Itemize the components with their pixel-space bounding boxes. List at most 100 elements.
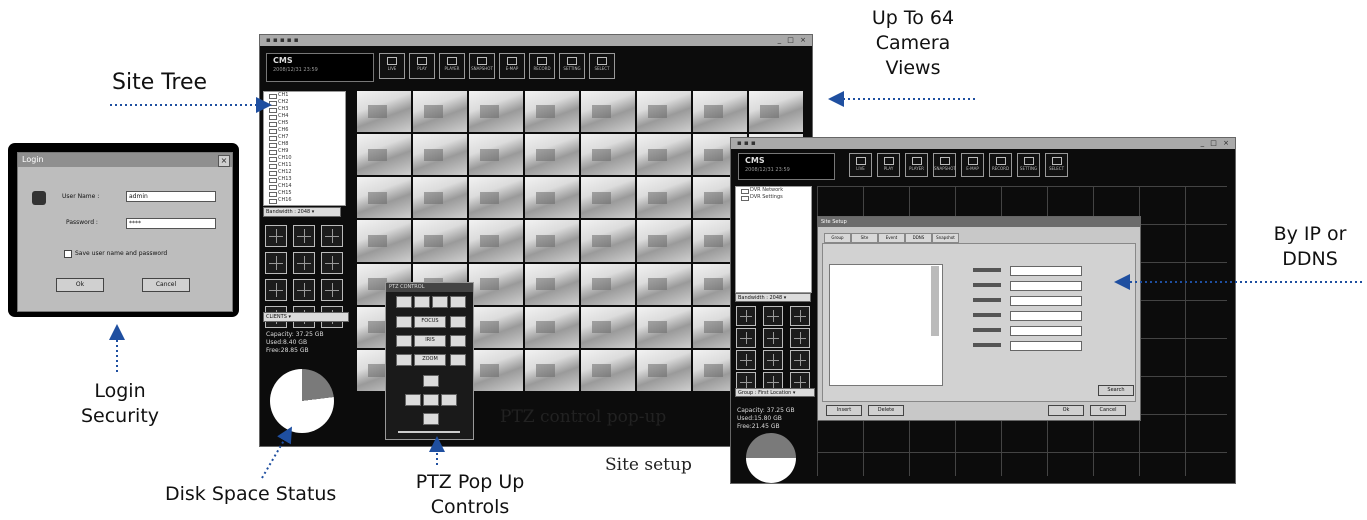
tree-item[interactable]: CH3: [264, 106, 345, 113]
ptz-key[interactable]: [414, 296, 430, 308]
toolbar-button-setting[interactable]: SETTING: [1017, 153, 1040, 177]
camera-view[interactable]: [581, 349, 635, 391]
toolbar-button-snapshot[interactable]: SNAPSHOT: [933, 153, 956, 177]
layout-button[interactable]: [763, 350, 783, 370]
tree-item[interactable]: CH9: [264, 148, 345, 155]
ptz-speed-slider[interactable]: [398, 431, 460, 433]
ptz-key[interactable]: [423, 375, 439, 387]
tree-item[interactable]: DVR Network: [736, 187, 811, 194]
tree-item[interactable]: CH11: [264, 162, 345, 169]
camera-view[interactable]: [469, 220, 523, 262]
camera-view[interactable]: [581, 134, 635, 176]
camera-view[interactable]: [469, 134, 523, 176]
toolbar-button-record[interactable]: RECORD: [989, 153, 1012, 177]
tab-site[interactable]: Site: [851, 233, 878, 243]
camera-view[interactable]: [413, 220, 467, 262]
camera-view[interactable]: [525, 91, 579, 133]
toolbar-button-select[interactable]: SELECT: [1045, 153, 1068, 177]
ptz-key[interactable]: [423, 394, 439, 406]
ok-button[interactable]: Ok: [1048, 405, 1084, 416]
ptz-key[interactable]: [450, 354, 466, 366]
tree-item[interactable]: CH8: [264, 141, 345, 148]
ptz-key[interactable]: [396, 335, 412, 347]
toolbar-button-play[interactable]: PLAY: [409, 53, 435, 79]
camera-view[interactable]: [581, 306, 635, 348]
ptz-key[interactable]: [450, 316, 466, 328]
ptz-zoom-button[interactable]: ZOOM: [414, 354, 446, 366]
ptz-key[interactable]: [423, 413, 439, 425]
camera-view[interactable]: [637, 306, 691, 348]
tree-item[interactable]: DVR Settings: [736, 194, 811, 201]
delete-button[interactable]: Delete: [868, 405, 904, 416]
bandwidth-select[interactable]: Bandwidth : 2048 ▾: [735, 293, 811, 302]
toolbar-button-play[interactable]: PLAY: [877, 153, 900, 177]
toolbar-button-record[interactable]: RECORD: [529, 53, 555, 79]
layout-button[interactable]: [321, 279, 343, 301]
camera-view[interactable]: [357, 134, 411, 176]
ptz-key[interactable]: [396, 296, 412, 308]
layout-button[interactable]: [265, 225, 287, 247]
field-input[interactable]: [1010, 341, 1082, 351]
camera-view[interactable]: [525, 134, 579, 176]
camera-view[interactable]: [525, 349, 579, 391]
tree-item[interactable]: CH6: [264, 127, 345, 134]
layout-button[interactable]: [790, 350, 810, 370]
field-input[interactable]: [1010, 311, 1082, 321]
field-input[interactable]: [1010, 266, 1082, 276]
tree-item[interactable]: CH15: [264, 190, 345, 197]
camera-view[interactable]: [637, 349, 691, 391]
password-field[interactable]: ****: [126, 218, 216, 229]
group-select[interactable]: Group : First Location ▾: [735, 388, 815, 397]
field-input[interactable]: [1010, 326, 1082, 336]
dvr-list[interactable]: [829, 264, 943, 386]
camera-view[interactable]: [357, 91, 411, 133]
toolbar-button-e-map[interactable]: E-MAP: [499, 53, 525, 79]
camera-view[interactable]: [469, 263, 523, 305]
layout-button[interactable]: [293, 252, 315, 274]
save-checkbox[interactable]: [64, 250, 72, 258]
group-select[interactable]: CLIENTS ▾: [263, 312, 349, 322]
ptz-key[interactable]: [405, 394, 421, 406]
camera-view[interactable]: [581, 263, 635, 305]
layout-button[interactable]: [763, 328, 783, 348]
camera-view[interactable]: [637, 220, 691, 262]
ptz-key[interactable]: [441, 394, 457, 406]
toolbar-button-live[interactable]: LIVE: [379, 53, 405, 79]
toolbar-button-e-map[interactable]: E-MAP: [961, 153, 984, 177]
toolbar-button-live[interactable]: LIVE: [849, 153, 872, 177]
camera-view[interactable]: [413, 177, 467, 219]
layout-button[interactable]: [265, 279, 287, 301]
toolbar-button-player[interactable]: PLAYER: [905, 153, 928, 177]
ptz-key[interactable]: [432, 296, 448, 308]
camera-view[interactable]: [581, 91, 635, 133]
ptz-key[interactable]: [450, 335, 466, 347]
tree-item[interactable]: CH1: [264, 92, 345, 99]
camera-view[interactable]: [469, 306, 523, 348]
ptz-key[interactable]: [396, 316, 412, 328]
camera-view[interactable]: [357, 220, 411, 262]
camera-view[interactable]: [637, 134, 691, 176]
camera-view[interactable]: [413, 134, 467, 176]
layout-button[interactable]: [293, 279, 315, 301]
layout-button[interactable]: [265, 252, 287, 274]
scrollbar[interactable]: [931, 266, 939, 336]
layout-button[interactable]: [736, 328, 756, 348]
camera-view[interactable]: [357, 177, 411, 219]
tree-item[interactable]: CH2: [264, 99, 345, 106]
ptz-focus-button[interactable]: FOCUS: [414, 316, 446, 328]
bandwidth-select[interactable]: Bandwidth : 2048 ▾: [263, 207, 341, 217]
user-name-field[interactable]: admin: [126, 191, 216, 202]
camera-view[interactable]: [637, 91, 691, 133]
toolbar-button-setting[interactable]: SETTING: [559, 53, 585, 79]
tree-item[interactable]: CH7: [264, 134, 345, 141]
toolbar-button-select[interactable]: SELECT: [589, 53, 615, 79]
tree-item[interactable]: CH5: [264, 120, 345, 127]
layout-button[interactable]: [790, 328, 810, 348]
field-input[interactable]: [1010, 296, 1082, 306]
ptz-key[interactable]: [450, 296, 466, 308]
tab-group[interactable]: Group: [824, 233, 851, 243]
camera-view[interactable]: [637, 263, 691, 305]
tree-item[interactable]: CH14: [264, 183, 345, 190]
layout-button[interactable]: [736, 350, 756, 370]
ok-button[interactable]: Ok: [56, 278, 104, 292]
